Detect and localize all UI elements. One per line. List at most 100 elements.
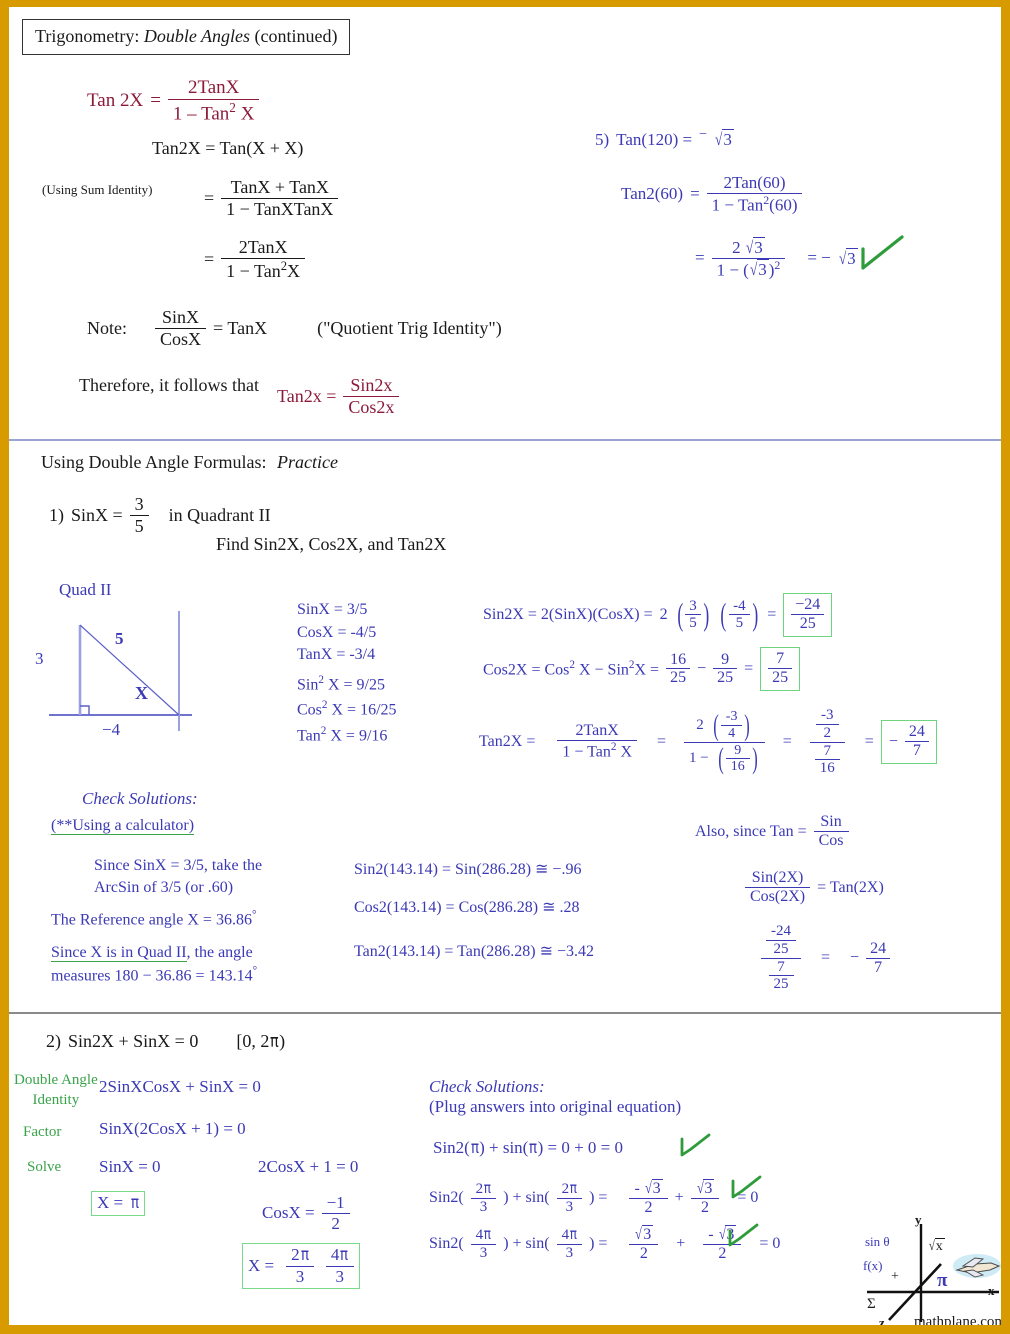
derivation-step1: = TanX + TanX 1 − TanXTanX [204,177,339,219]
also-num: Sin [820,813,842,830]
check-mark-icon-2 [731,1175,762,1199]
c1-pi2: π [529,1138,537,1158]
answer-box-left: X = π [91,1191,146,1216]
identity-lhs: Tan 2X [87,90,144,111]
c3-r1-rad: 3 [642,1225,654,1243]
diagram-adjacent-label: −4 [102,720,121,739]
c3-plus: + [676,1235,686,1253]
practice-problem-1: 1) SinX = 3 5 in Quadrant II [49,494,271,536]
therefore-text: Therefore, it follows that [79,375,259,395]
step2-denominator: 1 − Tan2X [221,257,306,282]
logo-sin-theta: sin θ [865,1234,890,1249]
c1-post: ) = 0 + 0 = 0 [537,1138,624,1157]
c3-r1-den: 2 [629,1244,659,1263]
sin2x-coef: 2 [659,605,668,623]
big-equals: = [821,949,831,967]
problem2-number: 2) [46,1031,61,1051]
note-label: Note: [87,317,127,338]
solve-step-2: SinX(2CosX + 1) = 0 [99,1119,246,1138]
sin2x-lhs: Sin2X = 2(SinX)(CosX) = [483,605,653,623]
c2-d2: 3 [556,1198,583,1216]
check-line-1: Sin2(π) + sin(π) = 0 + 0 = 0 [433,1138,623,1158]
cosx-den: 2 [321,1212,350,1234]
cos2x-ans-num: 7 [776,650,785,667]
ar-b-pi: π [340,1245,348,1265]
example5-line1-lhs: Tan2(60) [621,183,684,203]
c2-n2: 2 [561,1181,570,1198]
tan2x-substituted-fraction: 2 (-3 4) 1 − (9 16) [684,709,765,775]
c2-f2-num: 2π [557,1179,583,1198]
c3-frac-1: 4π 3 [470,1225,497,1263]
value-cos2x-sq: Cos2 X = 16/25 [297,697,397,722]
problem1-find: Find Sin2X, Cos2X, and Tan2X [216,534,447,554]
cosx-fraction: −1 2 [321,1193,350,1234]
cos2x-answer-box: 7 25 [760,647,801,691]
value-tan2x-sq: Tan2 X = 9/16 [297,723,397,748]
c3-post: ) = [589,1235,608,1253]
check-mark-icon [861,235,904,270]
right-triangle-diagram: 3 −4 5 X [35,603,222,739]
tan2x-equals-2: = [782,733,792,751]
check-arcsin-note: Since SinX = 3/5, take the ArcSin of 3/5… [94,855,262,899]
sin2x-f1-num: 3 [689,597,697,614]
c2-r1-den: 2 [629,1198,668,1217]
c2-post: ) = [589,1189,608,1207]
tan2x-sub-den-pre: 1 − [689,750,709,767]
value-cosx: CosX = -4/5 [297,623,377,641]
sin2x-computation: Sin2X = 2(SinX)(CosX) = 2 ( 35 ) ( -4 5 )… [483,593,833,637]
tan2x-f-den-post: X [616,743,632,761]
sin2x-equals: = [767,605,777,623]
example5-line2-fraction: 2 √3 1 − (√3)2 [711,237,786,280]
therefore-numerator: Sin2x [350,375,393,395]
cos2x-lhs: Cos2X = Cos2 X − Sin2X = [483,659,659,679]
cos2x-minus: − [697,659,707,677]
label-factor: Factor [23,1124,62,1140]
example5-radicand: 3 [722,129,734,149]
sin2x-f1-den: 5 [685,614,701,632]
cos2x-t1-num: 16 [670,650,687,668]
cos2x-t2-num: 9 [721,650,730,668]
sq0-fn: Sin [297,676,319,694]
check-ref-text: The Reference angle X = 36.86 [51,911,252,929]
sq0-rest: X = 9/25 [323,676,385,694]
cosx-value: CosX = −1 2 [262,1193,350,1233]
e5-num-rad: 3 [753,237,765,257]
mathplane-logo: sin θ f(x) + √x π Σ z x y mathplane.com [859,1212,1001,1325]
c1-pi1: π [470,1138,479,1158]
tan2x-sub-num-coef: 2 [696,716,704,733]
ar-b-num: 4π [326,1245,354,1266]
identity-equals: = [150,90,161,111]
derivation-line1: Tan2X = Tan(X + X) [152,138,304,158]
identity-den-pre: 1 – Tan [172,103,230,125]
check-arcsin-line2: ArcSin of 3/5 (or .60) [94,879,234,897]
sum-identity-label: (Using Sum Identity) [42,182,153,197]
diagram-hypotenuse-label: 5 [115,629,124,648]
cos2x-ans-den: 25 [768,667,793,687]
check-quad-line2-text: measures 180 − 36.86 = 143.14 [51,967,253,985]
problem1-frac-den: 5 [129,514,149,537]
big-den-d: 25 [773,976,789,993]
ratio-equals: = Tan(2X) [817,878,884,896]
answer-box-right: X = 2π 3 4π 3 [242,1243,360,1290]
c3-r2-sign: - [708,1226,714,1243]
c3-f1-num: 4π [471,1225,497,1244]
c2-frac-1: 2π 3 [470,1179,497,1217]
diagram-quadrant-label: Quad II [59,580,112,599]
check-mark-icon-1 [680,1133,711,1157]
check-quad-degree: ° [252,965,258,978]
sq2-fn: Tan [297,726,321,744]
sin2x-ans-den: 25 [791,613,825,633]
tan2x-cd-n: 7 [814,743,840,761]
big-den-n: 7 [768,959,794,977]
label-identity: Identity [32,1091,80,1108]
c2-r2-num: √3 [696,1179,715,1197]
sin-over-cos-ratio: Sin(2X) Cos(2X) = Tan(2X) [745,869,884,907]
c2-frac-2: 2π 3 [556,1179,583,1217]
tan2x-sub-num: 2 (-3 4) [696,708,751,742]
logo-pi: π [937,1270,948,1291]
page-title-prefix: Trigonometry: [35,26,140,46]
cos2x-term-2: 9 25 [713,650,738,688]
c2-r2-den: 2 [690,1198,720,1217]
c2-r1-sign: - [634,1180,640,1197]
c2-f1-num: 2π [471,1179,497,1198]
